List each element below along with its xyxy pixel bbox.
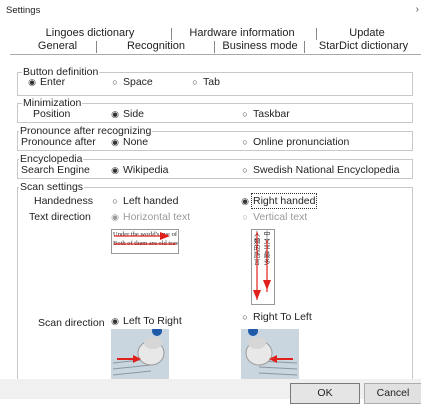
radio-side[interactable]: ◉ Side [110, 108, 144, 120]
radio-taskbar[interactable]: ○ Taskbar [240, 108, 290, 120]
radio-online-pronunciation[interactable]: ○ Online pronunciation [240, 136, 349, 148]
radio-enter[interactable]: ◉ Enter [27, 76, 65, 88]
radio-unchecked-icon: ○ [112, 196, 118, 206]
tab-divider [304, 41, 305, 53]
radio-checked-icon: ◉ [111, 137, 119, 147]
tab-general[interactable]: General [20, 40, 95, 54]
tab-label: StarDict dictionary [318, 40, 409, 52]
radio-left-to-right[interactable]: ◉ Left To Right [110, 315, 182, 327]
cancel-button[interactable]: Cancel [364, 383, 421, 404]
tab-label: Hardware information [189, 27, 295, 39]
red-arrow-icon [253, 232, 271, 300]
scan-direction-label: Scan direction [38, 317, 105, 329]
radio-horizontal-text[interactable]: ◉ Horizontal text [110, 211, 190, 223]
radio-label: Swedish National Encyclopedia [253, 164, 400, 176]
radio-label: Horizontal text [123, 211, 191, 223]
tab-divider [214, 41, 215, 53]
radio-none[interactable]: ◉ None [110, 136, 148, 148]
scan-left-to-right-image [111, 329, 169, 379]
tab-label: Business mode [222, 40, 298, 52]
radio-label: None [123, 136, 149, 148]
tab-business-mode[interactable]: Business mode [216, 40, 304, 54]
window-title: Settings [6, 5, 41, 16]
title-bar: Settings › [0, 0, 421, 22]
scanner-pen-icon [241, 329, 299, 379]
radio-right-to-left[interactable]: ○ Right To Left [240, 311, 312, 323]
radio-left-handed[interactable]: ○ Left handed [110, 195, 178, 207]
tab-label: General [37, 40, 78, 52]
radio-label: Right To Left [253, 311, 312, 323]
red-arrow-icon [114, 232, 176, 245]
radio-tab[interactable]: ○ Tab [190, 76, 220, 88]
tab-stardict-dictionary[interactable]: StarDict dictionary [306, 40, 421, 54]
radio-checked-icon: ◉ [111, 165, 119, 175]
tab-divider [96, 41, 97, 53]
radio-swedish-encyclopedia[interactable]: ○ Swedish National Encyclopedia [240, 164, 400, 176]
radio-label: Tab [203, 76, 220, 88]
radio-label: Right handed [250, 193, 318, 209]
handedness-label: Handedness [34, 195, 93, 207]
scan-right-to-left-image [241, 329, 299, 379]
radio-label: Side [123, 108, 145, 120]
tab-label: Recognition [126, 40, 186, 52]
radio-unchecked-icon: ○ [242, 165, 248, 175]
scan-settings-legend: Scan settings [19, 181, 85, 193]
radio-checked-icon: ◉ [111, 212, 119, 222]
radio-label: Taskbar [253, 108, 290, 120]
radio-unchecked-icon: ○ [242, 109, 248, 119]
radio-unchecked-icon: ○ [242, 212, 248, 222]
radio-label: Left To Right [123, 315, 182, 327]
radio-wikipedia[interactable]: ◉ Wikipedia [110, 164, 169, 176]
position-label: Position [33, 108, 71, 120]
tab-label: Lingoes dictionary [45, 27, 135, 39]
radio-unchecked-icon: ○ [242, 312, 248, 322]
radio-unchecked-icon: ○ [242, 137, 248, 147]
radio-vertical-text[interactable]: ○ Vertical text [240, 211, 307, 223]
radio-label: Wikipedia [123, 164, 169, 176]
ok-button[interactable]: OK [290, 383, 360, 404]
text-direction-label: Text direction [29, 211, 91, 223]
tab-hardware-information[interactable]: Hardware information [172, 27, 312, 41]
close-icon[interactable]: › [416, 4, 419, 15]
radio-space[interactable]: ○ Space [110, 76, 153, 88]
tab-panel-border [10, 54, 421, 55]
radio-label: Space [123, 76, 153, 88]
radio-unchecked-icon: ○ [192, 77, 198, 87]
tab-update[interactable]: Update [317, 27, 417, 41]
vertical-text-sample: 人類的語言 中文字最多 [251, 229, 275, 305]
radio-checked-icon: ◉ [28, 77, 36, 87]
radio-right-handed[interactable]: ◉ Right handed [240, 193, 318, 209]
horizontal-text-sample: Under the world's eye of team o Both of … [111, 229, 179, 254]
tab-lingoes-dictionary[interactable]: Lingoes dictionary [10, 27, 170, 41]
radio-checked-icon: ◉ [111, 316, 119, 326]
radio-label: Online pronunciation [253, 136, 350, 148]
search-engine-label: Search Engine [21, 164, 90, 176]
radio-checked-icon: ◉ [241, 196, 249, 206]
radio-checked-icon: ◉ [111, 109, 119, 119]
radio-label: Enter [40, 76, 66, 88]
radio-label: Left handed [123, 195, 179, 207]
radio-unchecked-icon: ○ [112, 77, 118, 87]
radio-label: Vertical text [253, 211, 308, 223]
tab-label: Update [349, 27, 385, 39]
tab-recognition[interactable]: Recognition [100, 40, 212, 54]
scanner-pen-icon [111, 329, 169, 379]
pronounce-after-label: Pronounce after [21, 136, 96, 148]
